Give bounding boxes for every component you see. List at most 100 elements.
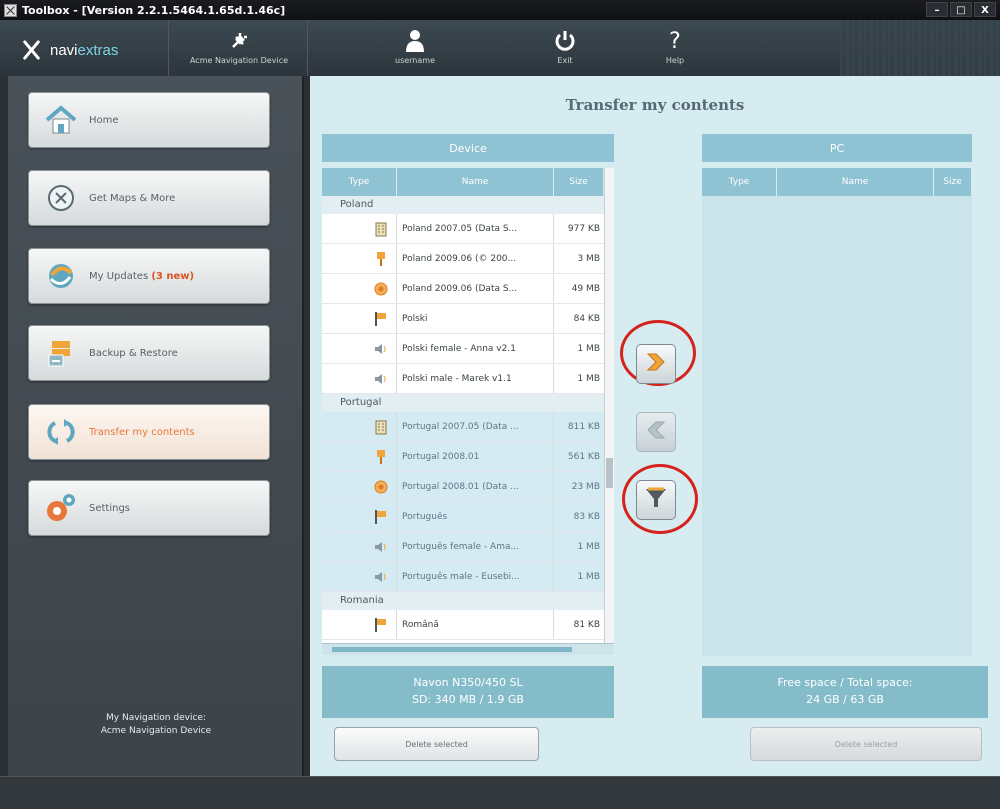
pc-col-size[interactable]: Size xyxy=(934,168,972,196)
table-row[interactable]: Portugal 2008.01 (Data ... 23 MB xyxy=(322,472,604,502)
pc-space-label: Free space / Total space: xyxy=(777,676,913,689)
sidebar-item-transfer[interactable]: Transfer my contents xyxy=(28,404,270,460)
plug-icon xyxy=(224,26,254,56)
table-row[interactable]: Portugal 2007.05 (Data ... 811 KB xyxy=(322,412,604,442)
title-bar: Toolbox - [Version 2.2.1.5464.1.65d.1.46… xyxy=(0,0,1000,20)
pc-col-type[interactable]: Type xyxy=(702,168,777,196)
file-size-cell: 49 MB xyxy=(571,283,600,294)
exit-toolbar-item[interactable]: Exit xyxy=(550,26,580,65)
pc-col-name[interactable]: Name xyxy=(777,168,934,196)
pc-panel-header: PC xyxy=(702,134,972,162)
device-file-list[interactable]: Poland Poland 2007.05 (Data S... 977 KB Pol… xyxy=(322,196,604,643)
file-name-cell: Română xyxy=(397,610,554,639)
vertical-scroll-thumb[interactable] xyxy=(606,458,613,488)
file-size-cell: 1 MB xyxy=(577,541,600,552)
naviextras-logo: naviextras xyxy=(18,38,118,62)
device-col-name[interactable]: Name xyxy=(397,168,554,196)
file-name-cell: Português male - Eusebi... xyxy=(397,562,554,591)
file-size-cell: 3 MB xyxy=(577,253,600,264)
backup-icon xyxy=(43,336,79,370)
flag-icon xyxy=(374,617,388,633)
table-row[interactable]: Polski female - Anna v2.1 1 MB xyxy=(322,334,604,364)
toolbar-decoration xyxy=(840,20,1000,76)
logo-text-b: extras xyxy=(77,41,119,59)
table-row[interactable]: Română 81 KB xyxy=(322,610,604,640)
logo-text-a: navi xyxy=(50,41,78,59)
horizontal-scroll-thumb[interactable] xyxy=(332,647,572,652)
user-toolbar-item[interactable]: username xyxy=(395,26,435,65)
table-row[interactable]: Polski 84 KB xyxy=(322,304,604,334)
sidebar-item-label: Home xyxy=(89,114,119,126)
sidebar-item-settings[interactable]: Settings xyxy=(28,480,270,536)
group-header: Portugal xyxy=(322,394,604,412)
device-col-size[interactable]: Size xyxy=(554,168,604,196)
table-row[interactable]: Poland 2009.06 (Data S... 49 MB xyxy=(322,274,604,304)
file-size-cell: 561 KB xyxy=(567,451,600,462)
pc-delete-selected-button[interactable]: Delete selected xyxy=(750,727,982,761)
sidebar-item-label: Get Maps & More xyxy=(89,192,176,204)
file-name-cell: Português xyxy=(397,502,554,531)
help-icon: ? xyxy=(669,28,681,54)
maximize-button[interactable]: □ xyxy=(950,2,972,17)
table-row[interactable]: Poland 2007.05 (Data S... 977 KB xyxy=(322,214,604,244)
pc-file-list[interactable] xyxy=(702,196,972,656)
device-delete-selected-button[interactable]: Delete selected xyxy=(334,727,539,761)
copy-to-device-button[interactable] xyxy=(636,412,676,452)
pc-storage-info: Free space / Total space: 24 GB / 63 GB xyxy=(702,666,988,718)
sidebar-item-label: Settings xyxy=(89,502,131,514)
device-storage-info: Navon N350/450 SL SD: 340 MB / 1.9 GB xyxy=(322,666,614,718)
device-panel-header: Device xyxy=(322,134,614,162)
window-controls: – □ X xyxy=(926,2,996,17)
close-button[interactable]: X xyxy=(974,2,996,17)
file-size-cell: 84 KB xyxy=(573,313,600,324)
device-space-text: SD: 340 MB / 1.9 GB xyxy=(412,693,524,706)
table-row[interactable]: Português male - Eusebi... 1 MB xyxy=(322,562,604,592)
arrow-right-icon xyxy=(643,349,669,379)
flag-icon xyxy=(374,509,388,525)
pc-space-text: 24 GB / 63 GB xyxy=(806,693,884,706)
file-size-cell: 1 MB xyxy=(577,373,600,384)
device-toolbar-item[interactable]: Acme Navigation Device xyxy=(168,20,308,76)
exit-icon xyxy=(550,26,580,56)
sidebar-item-label: Backup & Restore xyxy=(89,347,178,359)
file-name-cell: Português female - Ama... xyxy=(397,532,554,561)
updates-icon xyxy=(43,259,79,293)
page-title: Transfer my contents xyxy=(565,96,745,114)
file-size-cell: 83 KB xyxy=(573,511,600,522)
filter-funnel-icon xyxy=(643,485,669,515)
file-name-cell: Portugal 2007.05 (Data ... xyxy=(397,412,554,441)
table-row[interactable]: Portugal 2008.01 561 KB xyxy=(322,442,604,472)
help-toolbar-item[interactable]: ? Help xyxy=(660,26,690,66)
sidebar: Home Get Maps & More My Updates (3 new) … xyxy=(8,76,304,776)
app-icon xyxy=(4,3,17,17)
table-row[interactable]: Português female - Ama... 1 MB xyxy=(322,532,604,562)
device-name-text: Navon N350/450 SL xyxy=(413,676,523,689)
exit-label: Exit xyxy=(557,56,573,65)
speaker-icon xyxy=(374,539,388,555)
file-name-cell: Poland 2007.05 (Data S... xyxy=(397,214,554,243)
file-name-cell: Polski male - Marek v1.1 xyxy=(397,364,554,393)
sidebar-item-label: My Updates xyxy=(89,270,149,282)
file-name-cell: Portugal 2008.01 (Data ... xyxy=(397,472,554,501)
user-label: username xyxy=(395,56,435,65)
file-name-cell: Polski xyxy=(397,304,554,333)
table-row[interactable]: Português 83 KB xyxy=(322,502,604,532)
device-col-type[interactable]: Type xyxy=(322,168,397,196)
logo-mark-icon xyxy=(18,38,44,62)
sidebar-item-get-maps[interactable]: Get Maps & More xyxy=(28,170,270,226)
my-device-line1: My Navigation device: xyxy=(106,713,206,723)
main-panel: Transfer my contents Device Type Name Si… xyxy=(310,76,1000,776)
table-row[interactable]: Poland 2009.06 (© 200... 3 MB xyxy=(322,244,604,274)
window-title: Toolbox - [Version 2.2.1.5464.1.65d.1.46… xyxy=(22,3,286,17)
sidebar-item-backup-restore[interactable]: Backup & Restore xyxy=(28,325,270,381)
device-vertical-scrollbar[interactable] xyxy=(604,168,614,643)
device-horizontal-scrollbar[interactable] xyxy=(322,643,614,655)
sidebar-item-my-updates[interactable]: My Updates (3 new) xyxy=(28,248,270,304)
file-size-cell: 1 MB xyxy=(577,571,600,582)
arrow-left-icon xyxy=(643,417,669,447)
minimize-button[interactable]: – xyxy=(926,2,948,17)
sidebar-item-home[interactable]: Home xyxy=(28,92,270,148)
filter-button[interactable] xyxy=(636,480,676,520)
table-row[interactable]: Polski male - Marek v1.1 1 MB xyxy=(322,364,604,394)
copy-to-pc-button[interactable] xyxy=(636,344,676,384)
